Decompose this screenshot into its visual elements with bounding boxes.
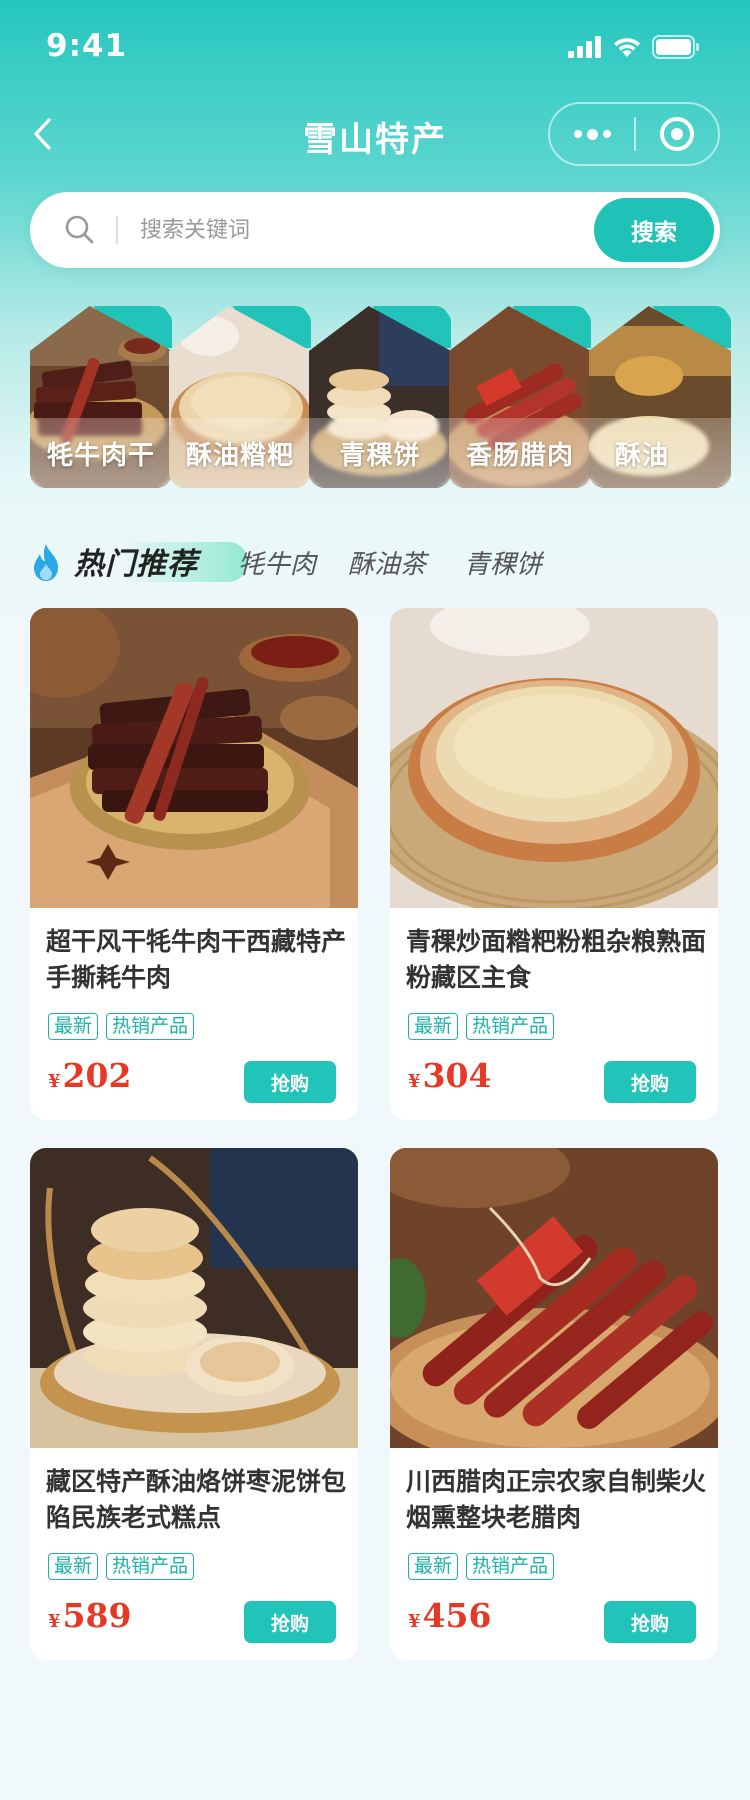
wifi-icon: [614, 38, 640, 57]
tab-hot-recommend[interactable]: 热门推荐: [30, 538, 248, 584]
product-tags: 最新 热销产品: [48, 1013, 195, 1040]
product-card[interactable]: 川西腊肉正宗农家自制柴火烟熏整块老腊肉 最新 热销产品 ¥ 456 抢购: [390, 1148, 718, 1660]
target-icon: [659, 117, 694, 151]
tag-hot-sale: 热销产品: [466, 1553, 555, 1580]
product-image-butter-cake: [30, 1148, 358, 1448]
tag-new: 最新: [408, 1553, 459, 1580]
tag-hot-sale: 热销产品: [466, 1013, 555, 1040]
search-bar: 搜索: [30, 192, 720, 268]
product-image-tsampa: [390, 608, 718, 908]
more-button[interactable]: [550, 104, 634, 164]
product-price: ¥ 304: [408, 1056, 491, 1095]
price-value: 589: [62, 1596, 132, 1635]
search-input[interactable]: [140, 206, 520, 254]
product-card[interactable]: 藏区特产酥油烙饼枣泥饼包陷民族老式糕点 最新 热销产品 ¥ 589 抢购: [30, 1148, 358, 1660]
recommend-tabs: 热门推荐 牦牛肉 酥油茶 青稞饼: [30, 536, 730, 586]
close-program-button[interactable]: [636, 104, 718, 164]
nav-bar: 雪山特产: [0, 100, 750, 166]
buy-button[interactable]: 抢购: [604, 1061, 696, 1103]
category-row: 牦牛肉干 酥油糌粑 青稞饼 香肠腊肉 酥油: [30, 306, 750, 490]
tag-new: 最新: [48, 1013, 99, 1040]
buy-button[interactable]: 抢购: [244, 1061, 336, 1103]
more-dot-icon: [573, 130, 582, 138]
product-card[interactable]: 超干风干牦牛肉干西藏特产手撕耗牛肉 最新 热销产品 ¥ 202 抢购: [30, 608, 358, 1120]
product-image-cured-pork: [390, 1148, 718, 1448]
category-card-butter[interactable]: 酥油: [589, 306, 731, 488]
price-value: 304: [422, 1056, 492, 1095]
currency-symbol: ¥: [48, 1611, 61, 1632]
status-time: 9:41: [46, 28, 128, 64]
category-label: 酥油: [589, 418, 731, 488]
more-dot-icon: [586, 128, 598, 140]
product-tags: 最新 热销产品: [408, 1553, 555, 1580]
currency-symbol: ¥: [408, 1071, 421, 1092]
product-title: 藏区特产酥油烙饼枣泥饼包陷民族老式糕点: [46, 1467, 347, 1532]
signal-icon: [568, 36, 601, 58]
battery-icon: [652, 35, 699, 59]
search-button[interactable]: 搜索: [594, 198, 714, 262]
mini-program-capsule: [548, 102, 720, 166]
category-card-barley-cake[interactable]: 青稞饼: [309, 306, 451, 488]
category-card-tsampa[interactable]: 酥油糌粑: [169, 306, 311, 488]
product-price: ¥ 589: [48, 1596, 131, 1635]
status-icons: [568, 35, 700, 59]
product-price: ¥ 456: [408, 1596, 491, 1635]
status-bar: 9:41: [0, 0, 750, 96]
buy-button[interactable]: 抢购: [244, 1601, 336, 1643]
product-title: 青稞炒面糌粑粉粗杂粮熟面粉藏区主食: [406, 927, 707, 992]
tag-hot-sale: 热销产品: [106, 1553, 195, 1580]
category-card-yak-jerky[interactable]: 牦牛肉干: [30, 306, 172, 488]
product-image-yak-jerky: [30, 608, 358, 908]
price-value: 202: [62, 1056, 132, 1095]
flame-icon: [34, 544, 58, 581]
category-label: 青稞饼: [309, 418, 451, 488]
product-title: 川西腊肉正宗农家自制柴火烟熏整块老腊肉: [406, 1467, 707, 1532]
tag-new: 最新: [408, 1013, 459, 1040]
product-tags: 最新 热销产品: [408, 1013, 555, 1040]
product-title: 超干风干牦牛肉干西藏特产手撕耗牛肉: [46, 927, 347, 992]
more-dot-icon: [602, 130, 611, 138]
tab-barley-cake[interactable]: 青稞饼: [464, 544, 542, 581]
category-label: 酥油糌粑: [169, 418, 311, 488]
search-icon: [65, 215, 94, 244]
category-card-sausage[interactable]: 香肠腊肉: [449, 306, 591, 488]
tab-butter-tea[interactable]: 酥油茶: [348, 544, 426, 581]
category-label: 香肠腊肉: [449, 418, 591, 488]
currency-symbol: ¥: [48, 1071, 61, 1092]
tag-hot-sale: 热销产品: [106, 1013, 195, 1040]
category-label: 牦牛肉干: [30, 418, 172, 488]
search-divider: [116, 216, 118, 244]
buy-button[interactable]: 抢购: [604, 1601, 696, 1643]
tab-yak-meat[interactable]: 牦牛肉: [238, 544, 316, 581]
tag-new: 最新: [48, 1553, 99, 1580]
product-card[interactable]: 青稞炒面糌粑粉粗杂粮熟面粉藏区主食 最新 热销产品 ¥ 304 抢购: [390, 608, 718, 1120]
currency-symbol: ¥: [408, 1611, 421, 1632]
price-value: 456: [422, 1596, 492, 1635]
product-tags: 最新 热销产品: [48, 1553, 195, 1580]
tab-hot-label: 热门推荐: [74, 547, 198, 582]
product-price: ¥ 202: [48, 1056, 131, 1095]
